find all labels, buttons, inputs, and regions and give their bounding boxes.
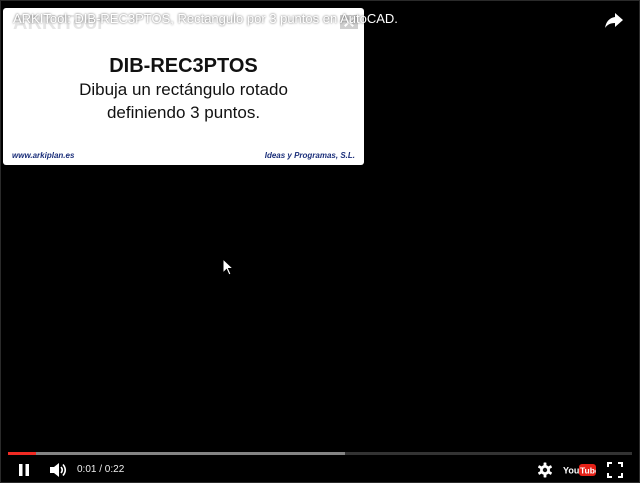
settings-icon[interactable] [537, 462, 553, 478]
progress-played [8, 452, 36, 455]
pause-icon[interactable] [16, 462, 32, 478]
card-url: www.arkiplan.es [12, 151, 75, 160]
card-company: Ideas y Programas, S.L. [264, 151, 355, 160]
video-title[interactable]: ARKITool: DIB-REC3PTOS, Rectangulo por 3… [13, 11, 398, 26]
youtube-logo-you: You [563, 466, 579, 476]
info-card: ARKITool DIB-REC3PTOS Dibuja un rectángu… [3, 8, 364, 165]
card-line-2: definiendo 3 puntos. [106, 103, 261, 122]
fullscreen-icon[interactable] [607, 462, 623, 478]
progress-bar[interactable] [8, 452, 632, 455]
mouse-cursor-icon [222, 258, 234, 276]
control-bar: 0:01 / 0:22 You Tube [0, 456, 640, 483]
video-player[interactable]: ARKITool DIB-REC3PTOS Dibuja un rectángu… [0, 0, 640, 483]
share-icon[interactable] [604, 10, 624, 30]
volume-icon[interactable] [48, 461, 68, 479]
progress-buffered [8, 452, 345, 455]
youtube-logo[interactable]: You Tube [563, 462, 596, 478]
card-heading: DIB-REC3PTOS [109, 55, 258, 77]
card-line-1: Dibuja un rectángulo rotado [79, 80, 288, 99]
time-display: 0:01 / 0:22 [77, 464, 125, 475]
youtube-logo-tube: Tube [580, 466, 596, 476]
